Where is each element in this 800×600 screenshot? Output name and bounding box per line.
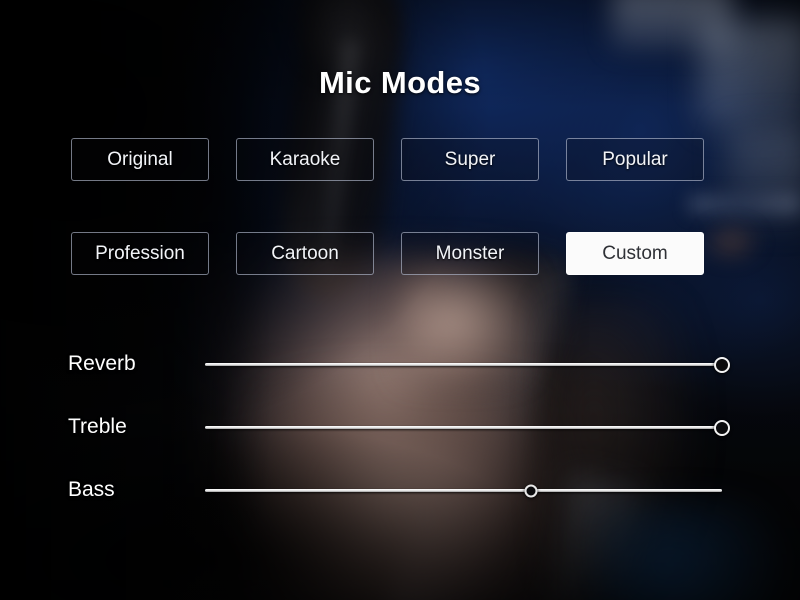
slider-thumb-bass[interactable] (524, 484, 538, 497)
audio-slider-group: Reverb Treble Bass (0, 0, 800, 600)
slider-row-reverb: Reverb (68, 347, 730, 381)
ui-overlay: Mic Modes Original Karaoke Super Popular Pro… (0, 0, 800, 600)
slider-thumb-treble[interactable] (714, 419, 730, 436)
slider-track-bass[interactable] (205, 484, 722, 497)
slider-row-bass: Bass (68, 473, 730, 507)
slider-track-treble[interactable] (205, 419, 730, 436)
slider-label-bass: Bass (68, 478, 115, 501)
slider-label-treble: Treble (68, 415, 127, 438)
slider-label-reverb: Reverb (68, 352, 136, 375)
slider-row-treble: Treble (68, 410, 730, 444)
slider-track-reverb[interactable] (205, 356, 730, 373)
mic-modes-screen: Mic Modes Original Karaoke Super Popular Pro… (0, 0, 800, 600)
slider-thumb-reverb[interactable] (714, 356, 730, 373)
